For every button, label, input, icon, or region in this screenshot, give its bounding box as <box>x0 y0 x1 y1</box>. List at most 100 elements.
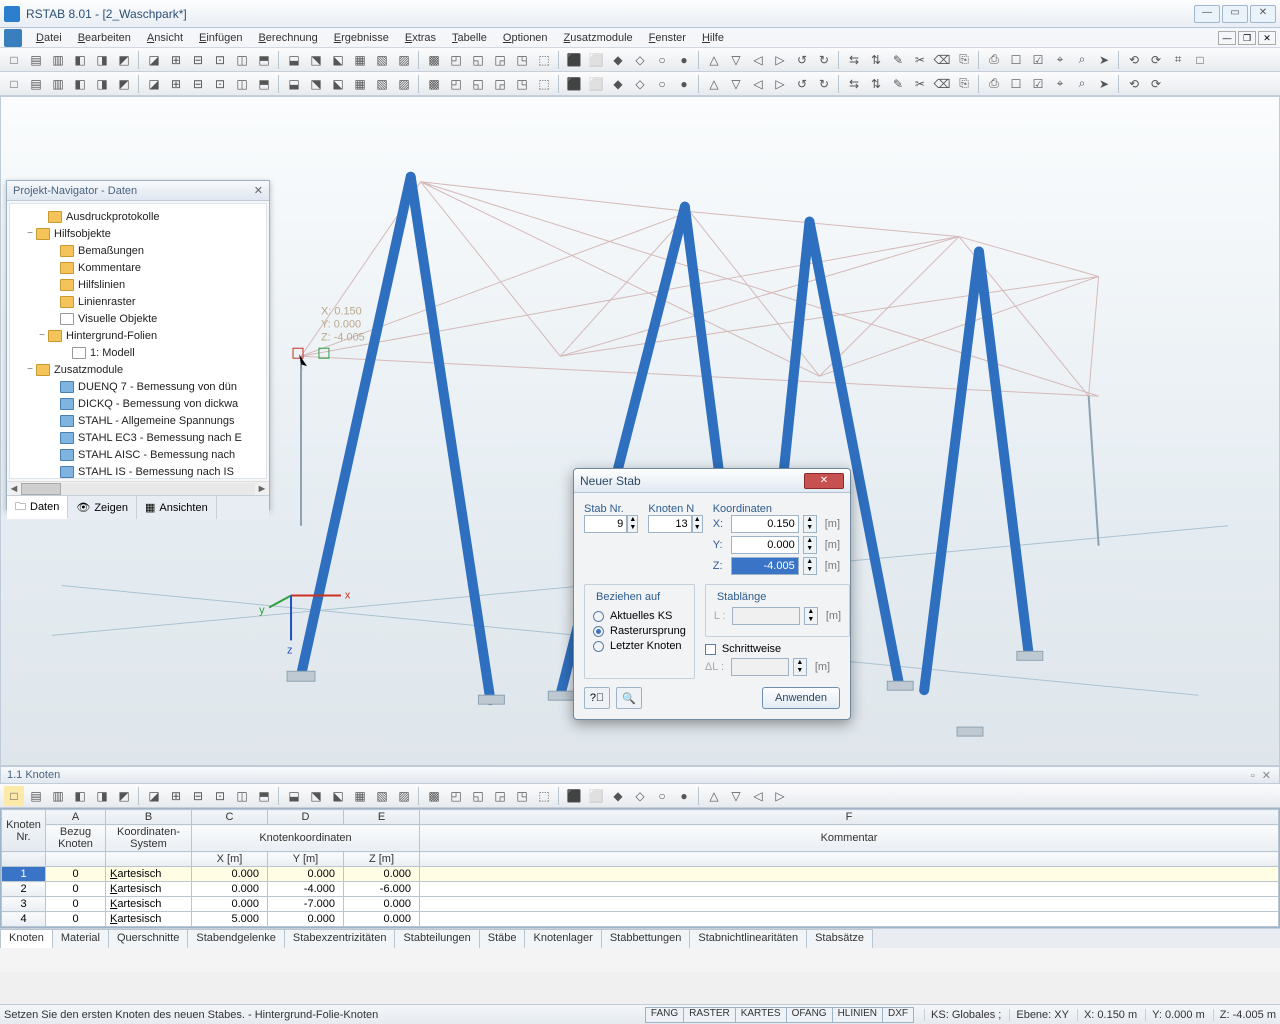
snap-hlinien[interactable]: HLINIEN <box>832 1007 883 1023</box>
toolbar-button[interactable]: ▽ <box>726 74 746 94</box>
toolbar-button[interactable]: ⬚ <box>534 786 554 806</box>
toolbar-button[interactable]: ⇆ <box>844 74 864 94</box>
toolbar-button[interactable]: ⬔ <box>306 786 326 806</box>
knoten-input[interactable] <box>648 515 691 533</box>
navigator-hscroll[interactable]: ◄► <box>7 481 269 495</box>
help-button[interactable]: ?⃝ <box>584 687 610 709</box>
toolbar-button[interactable]: ⊟ <box>188 50 208 70</box>
toolbar-button[interactable]: ◪ <box>144 74 164 94</box>
maximize-button[interactable]: ▭ <box>1222 5 1248 23</box>
toolbar-button[interactable]: ▦ <box>350 74 370 94</box>
toolbar-button[interactable]: ◨ <box>92 50 112 70</box>
toolbar-button[interactable]: △ <box>704 50 724 70</box>
toolbar-button[interactable]: ● <box>674 786 694 806</box>
toolbar-button[interactable]: □ <box>4 74 24 94</box>
knoten-spinner[interactable]: ▲▼ <box>692 515 703 533</box>
toolbar-button[interactable]: ⬓ <box>284 74 304 94</box>
toolbar-button[interactable]: ◳ <box>512 74 532 94</box>
coord-z-input[interactable] <box>731 557 799 575</box>
toolbar-button[interactable]: ◳ <box>512 786 532 806</box>
menu-berechnung[interactable]: Berechnung <box>250 30 325 46</box>
toolbar-button[interactable]: ⬜ <box>586 50 606 70</box>
toolbar-button[interactable]: ○ <box>652 50 672 70</box>
toolbar-button[interactable]: ⬔ <box>306 50 326 70</box>
toolbar-button[interactable]: ⌫ <box>932 74 952 94</box>
schrittweise-check[interactable]: Schrittweise <box>705 643 850 655</box>
toolbar-button[interactable]: ◧ <box>70 786 90 806</box>
toolbar-button[interactable]: ◇ <box>630 786 650 806</box>
toolbar-button[interactable]: ◰ <box>446 786 466 806</box>
toolbar-button[interactable]: ⌕ <box>1072 74 1092 94</box>
dialog-close-button[interactable]: ✕ <box>804 473 844 489</box>
navigator-tab-daten[interactable]: 🗀Daten <box>7 496 68 519</box>
table-tab-querschnitte[interactable]: Querschnitte <box>108 929 188 948</box>
tree-item[interactable]: Bemaßungen <box>12 242 264 259</box>
toolbar-button[interactable]: ⬚ <box>534 74 554 94</box>
toolbar-button[interactable]: ⊞ <box>166 50 186 70</box>
apply-button[interactable]: Anwenden <box>762 687 840 709</box>
toolbar-button[interactable]: ⬒ <box>254 786 274 806</box>
toolbar-button[interactable]: ⇅ <box>866 74 886 94</box>
toolbar-button[interactable]: ▨ <box>394 74 414 94</box>
toolbar-button[interactable]: ▨ <box>394 50 414 70</box>
toolbar-button[interactable]: ◁ <box>748 786 768 806</box>
toolbar-button[interactable]: ◆ <box>608 786 628 806</box>
toolbar-button[interactable]: ↻ <box>814 74 834 94</box>
toolbar-button[interactable]: ◪ <box>144 50 164 70</box>
toolbar-button[interactable]: ○ <box>652 74 672 94</box>
snap-dxf[interactable]: DXF <box>882 1007 914 1023</box>
menu-optionen[interactable]: Optionen <box>495 30 556 46</box>
toolbar-button[interactable]: ◪ <box>144 786 164 806</box>
toolbar-button[interactable]: ◫ <box>232 786 252 806</box>
toolbar-button[interactable]: ▦ <box>350 786 370 806</box>
toolbar-button[interactable]: ⇅ <box>866 50 886 70</box>
tree-item[interactable]: −Zusatzmodule <box>12 361 264 378</box>
toolbar-button[interactable]: ◩ <box>114 786 134 806</box>
table-tab-stäbe[interactable]: Stäbe <box>479 929 526 948</box>
navigator-tab-ansichten[interactable]: ▦Ansichten <box>137 496 217 519</box>
toolbar-button[interactable]: ⎘ <box>954 74 974 94</box>
tree-item[interactable]: Hilfslinien <box>12 276 264 293</box>
toolbar-button[interactable]: □ <box>4 50 24 70</box>
toolbar-button[interactable]: ↺ <box>792 74 812 94</box>
toolbar-button[interactable]: ◰ <box>446 74 466 94</box>
toolbar-button[interactable]: ⊟ <box>188 786 208 806</box>
toolbar-button[interactable]: ⬒ <box>254 74 274 94</box>
toolbar-button[interactable]: ⬜ <box>586 786 606 806</box>
table-tab-stabbettungen[interactable]: Stabbettungen <box>601 929 691 948</box>
toolbar-button[interactable]: ✂ <box>910 50 930 70</box>
stab-nr-spinner[interactable]: ▲▼ <box>627 515 638 533</box>
toolbar-button[interactable]: ⌫ <box>932 50 952 70</box>
table-tab-stabnichtlinearitäten[interactable]: Stabnichtlinearitäten <box>689 929 807 948</box>
toolbar-button[interactable]: ⎘ <box>954 50 974 70</box>
toolbar-button[interactable]: ◨ <box>92 786 112 806</box>
toolbar-button[interactable]: ⬚ <box>534 50 554 70</box>
toolbar-button[interactable]: ● <box>674 74 694 94</box>
toolbar-button[interactable]: ↻ <box>814 50 834 70</box>
tree-item[interactable]: STAHL EC3 - Bemessung nach E <box>12 429 264 446</box>
menu-extras[interactable]: Extras <box>397 30 444 46</box>
toolbar-button[interactable]: ⊞ <box>166 786 186 806</box>
pin-icon[interactable]: ✕ <box>254 184 263 197</box>
toolbar-button[interactable]: ⊡ <box>210 50 230 70</box>
menu-datei[interactable]: Datei <box>28 30 70 46</box>
toolbar-button[interactable]: ⟳ <box>1146 50 1166 70</box>
toolbar-button[interactable]: ☑ <box>1028 74 1048 94</box>
toolbar-button[interactable]: ⊡ <box>210 786 230 806</box>
toolbar-button[interactable]: ▧ <box>372 74 392 94</box>
toolbar-button[interactable]: ⌗ <box>1168 50 1188 70</box>
toolbar-button[interactable]: ▽ <box>726 50 746 70</box>
tree-item[interactable]: DICKQ - Bemessung von dickwa <box>12 395 264 412</box>
snap-fang[interactable]: FANG <box>645 1007 684 1023</box>
close-button[interactable]: ✕ <box>1250 5 1276 23</box>
toolbar-button[interactable]: ◲ <box>490 74 510 94</box>
menu-hilfe[interactable]: Hilfe <box>694 30 732 46</box>
toolbar-button[interactable]: □ <box>4 786 24 806</box>
toolbar-button[interactable]: ⬒ <box>254 50 274 70</box>
toolbar-button[interactable]: ⟲ <box>1124 50 1144 70</box>
toolbar-button[interactable]: ◫ <box>232 74 252 94</box>
toolbar-button[interactable]: ⟲ <box>1124 74 1144 94</box>
toolbar-button[interactable]: ⊡ <box>210 74 230 94</box>
toolbar-button[interactable]: ● <box>674 50 694 70</box>
toolbar-button[interactable]: ⬓ <box>284 50 304 70</box>
